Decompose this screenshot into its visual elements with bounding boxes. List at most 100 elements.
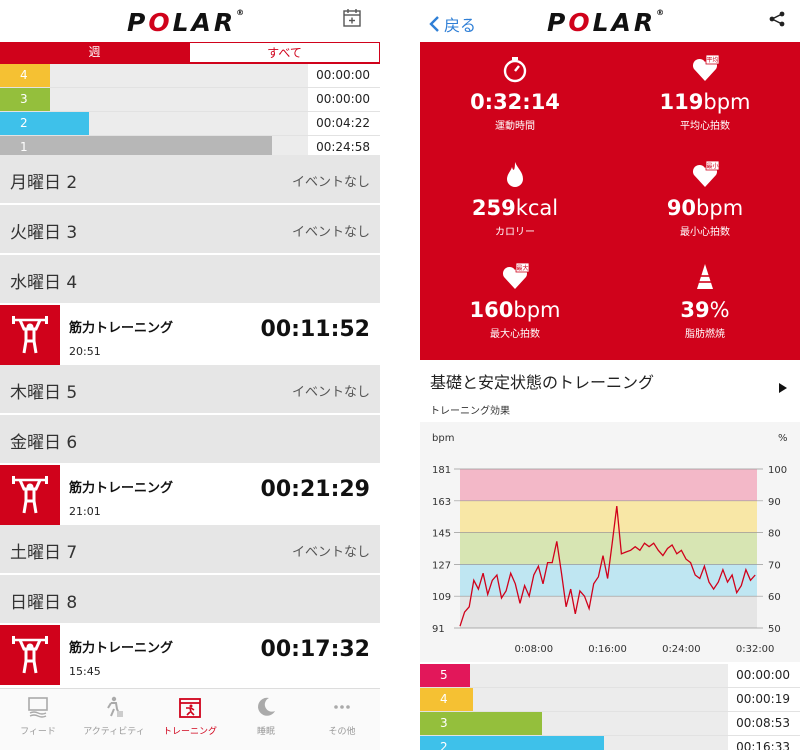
- stat-label: 最小心拍数: [680, 227, 730, 238]
- session-duration: 00:11:52: [260, 317, 370, 342]
- session-zone-summary: 5 00:00:00 4 00:00:19 3 00:08:53 2 00:16:33: [420, 664, 800, 750]
- calendar-add-icon[interactable]: [342, 8, 362, 28]
- nav-sleep[interactable]: 睡眠: [228, 689, 304, 750]
- stat-min-hr: 最小 90bpm 最小心拍数: [610, 160, 800, 266]
- y-tick-label-right: 70: [768, 560, 781, 571]
- heart-badge: 平均: [706, 56, 718, 64]
- y-tick-label: 127: [432, 560, 451, 571]
- stat-value: 90: [666, 196, 697, 220]
- back-button[interactable]: 戻る: [428, 12, 476, 36]
- training-session-row[interactable]: 筋力トレーニング 21:01 00:21:29: [0, 465, 380, 525]
- heart-average-icon: 平均: [692, 54, 720, 81]
- y-axis-label: bpm: [432, 433, 454, 444]
- nav-more[interactable]: その他: [304, 689, 380, 750]
- stat-fat-burn: 39% 脂肪燃焼: [610, 262, 800, 368]
- heart-max-icon: 最大: [502, 262, 530, 289]
- training-benefit-subtitle: トレーニング効果: [430, 406, 510, 417]
- training-session-row[interactable]: 筋力トレーニング 20:51 00:11:52: [0, 305, 380, 365]
- flame-icon: [507, 162, 523, 187]
- y-tick-label-right: 60: [768, 592, 781, 603]
- heart-rate-chart: 91 50 109 60 127 70 145 80 163 90 181 100 bpm% 0:08:0…: [420, 422, 800, 662]
- y-tick-label: 91: [432, 624, 445, 635]
- x-tick-label: 0:24:00: [662, 644, 701, 655]
- zone-time: 00:04:22: [308, 112, 380, 135]
- stat-value: 39: [680, 298, 710, 322]
- back-label: 戻る: [444, 16, 477, 35]
- fat-burn-icon: [697, 264, 713, 289]
- hr-zone-band: [460, 469, 757, 501]
- stat-label: 平均心拍数: [680, 121, 730, 132]
- nav-training[interactable]: トレーニング: [152, 689, 228, 750]
- nav-sleep-label: 睡眠: [256, 727, 275, 737]
- zone-track: [470, 688, 728, 711]
- day-row: 木曜日 5 イベントなし: [0, 365, 380, 415]
- tab-week[interactable]: 週: [0, 42, 189, 62]
- zone-time: 00:00:19: [728, 688, 800, 711]
- heart-badge: 最大: [516, 264, 528, 272]
- nav-more-label: その他: [328, 727, 356, 737]
- zone-number: 3: [420, 712, 470, 735]
- y-tick-label: 145: [432, 529, 451, 540]
- share-icon[interactable]: [768, 10, 786, 28]
- polar-logo: POLAR®: [127, 8, 245, 37]
- stat-duration: 0:32:14 運動時間: [420, 54, 610, 160]
- session-name: 筋力トレーニング: [69, 321, 174, 336]
- zone-number: 4: [0, 64, 50, 87]
- zone-number: 4: [420, 688, 470, 711]
- session-stats: 0:32:14 運動時間 平均 119bpm 平均心拍数 259kcal カロリ…: [420, 42, 800, 360]
- zone-row: 2 00:04:22: [0, 112, 380, 136]
- session-name: 筋力トレーニング: [69, 641, 174, 656]
- stopwatch-icon: [503, 57, 527, 83]
- strength-training-icon: [0, 625, 60, 685]
- zone-row: 2 00:16:33: [420, 736, 800, 750]
- no-event-label: イベントなし: [291, 385, 370, 400]
- no-event-label: イベントなし: [291, 175, 370, 190]
- y-tick-label: 181: [432, 465, 451, 476]
- zone-bar: [470, 736, 604, 750]
- zone-track: [470, 664, 728, 687]
- training-benefit-row[interactable]: 基礎と安定状態のトレーニング トレーニング効果: [420, 360, 800, 422]
- activity-icon: [107, 696, 123, 717]
- period-tabs: 週 すべて: [0, 42, 380, 64]
- zone-row: 3 00:00:00: [0, 88, 380, 112]
- nav-activity[interactable]: アクティビティ: [76, 689, 152, 750]
- session-start-time: 21:01: [69, 505, 101, 518]
- no-event-label: イベントなし: [291, 545, 370, 560]
- day-row: 火曜日 3 イベントなし: [0, 205, 380, 255]
- x-tick-label: 0:16:00: [588, 644, 627, 655]
- barbell-person-icon: [12, 476, 48, 514]
- zone-time: 00:16:33: [728, 736, 800, 750]
- nav-feed-label: フィード: [20, 727, 56, 737]
- nav-feed[interactable]: フィード: [0, 689, 76, 750]
- day-row: 水曜日 4: [0, 255, 380, 305]
- heart-min-icon: 最小: [692, 160, 720, 187]
- day-row: 日曜日 8: [0, 575, 380, 625]
- day-label: 日曜日 8: [10, 593, 78, 613]
- left-header: POLAR®: [0, 0, 380, 42]
- stat-label: カロリー: [495, 227, 535, 238]
- stat-value: 0:32:14: [470, 90, 560, 114]
- training-benefit-title: 基礎と安定状態のトレーニング: [430, 373, 655, 392]
- weekly-training-screen: POLAR® 週 すべて 4 00:00:00 3 00:00:00 2 00:04:22…: [0, 0, 380, 750]
- bottom-nav: フィード アクティビティ トレーニング 睡眠 その他: [0, 688, 380, 750]
- tab-all[interactable]: すべて: [189, 42, 380, 62]
- x-tick-label: 0:08:00: [515, 644, 554, 655]
- sleep-icon: [258, 697, 275, 716]
- strength-training-icon: [0, 465, 60, 525]
- hr-zone-band: [460, 500, 757, 533]
- stat-avg-hr: 平均 119bpm 平均心拍数: [610, 54, 800, 160]
- training-session-row[interactable]: 筋力トレーニング 15:45 00:17:32: [0, 625, 380, 685]
- zone-number: 2: [420, 736, 470, 750]
- hr-zone-band: [460, 532, 757, 565]
- feed-icon: [28, 697, 48, 718]
- stat-unit: bpm: [696, 196, 744, 220]
- day-label: 土曜日 7: [10, 543, 78, 563]
- day-label: 金曜日 6: [10, 433, 78, 453]
- day-row: 金曜日 6: [0, 415, 380, 465]
- panel-gap: [380, 0, 420, 750]
- stat-value: 160: [469, 298, 514, 322]
- zone-number: 3: [0, 88, 50, 111]
- play-arrow-icon: [779, 383, 787, 393]
- x-tick-label: 0:32:00: [736, 644, 775, 655]
- nav-training-label: トレーニング: [162, 727, 217, 737]
